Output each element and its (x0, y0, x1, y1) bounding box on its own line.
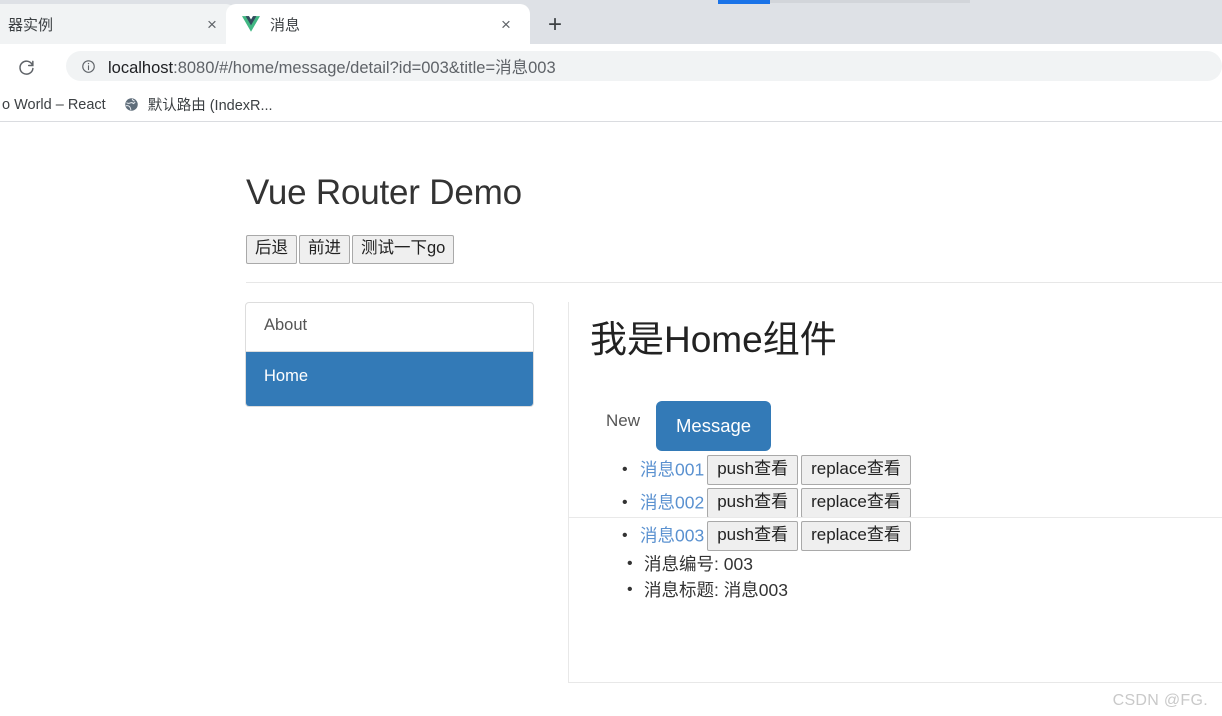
url-host: localhost (108, 59, 174, 77)
tab-new[interactable]: New (590, 401, 656, 441)
reload-icon[interactable] (12, 52, 40, 80)
page-load-progress-track (770, 0, 970, 3)
list-item: 消息002push查看replace查看 (622, 486, 911, 519)
address-bar[interactable]: localhost:8080/#/home/message/detail?id=… (66, 51, 1222, 81)
tab-close-icon[interactable]: × (494, 12, 518, 36)
tab-title: 消息 (270, 16, 301, 34)
globe-icon (124, 97, 140, 113)
vue-logo-icon (242, 15, 260, 33)
browser-tab-active[interactable]: 消息 × (226, 4, 530, 44)
home-heading: 我是Home组件 (590, 319, 837, 360)
bookmark-label: 默认路由 (IndexR... (147, 98, 273, 114)
message-list: 消息001push查看replace查看 消息002push查看replace查… (612, 453, 911, 552)
info-circle-icon[interactable] (80, 58, 96, 74)
browser-toolbar: localhost:8080/#/home/message/detail?id=… (0, 44, 1222, 88)
message-detail: 消息编号: 003 消息标题: 消息003 (618, 551, 788, 603)
replace-view-button[interactable]: replace查看 (801, 454, 911, 485)
content-row: About Home 我是Home组件 New Message 消息001pus… (0, 123, 1222, 716)
browser-tab-inactive[interactable]: 器实例 × (0, 4, 236, 44)
home-subtabs: New Message (590, 401, 772, 452)
page-viewport: Vue Router Demo 后退 前进 测试一下go About Home … (0, 123, 1222, 716)
browser-window: 器实例 × 消息 × + localhost:8080/#/home/messa… (0, 0, 1222, 716)
list-item: 消息001push查看replace查看 (622, 453, 911, 486)
bookmarks-bar: o World – React 默认路由 (IndexR... (0, 88, 1222, 122)
new-tab-button[interactable]: + (538, 10, 572, 40)
message-link[interactable]: 消息003 (640, 525, 704, 545)
sidebar-item-about[interactable]: About (246, 303, 533, 352)
push-view-button[interactable]: push查看 (707, 520, 799, 551)
message-link[interactable]: 消息001 (640, 459, 704, 479)
message-link[interactable]: 消息002 (640, 492, 704, 512)
push-view-button[interactable]: push查看 (707, 487, 799, 518)
page-load-progress-bar (718, 0, 770, 4)
list-item: 消息003push查看replace查看 (622, 519, 911, 552)
replace-view-button[interactable]: replace查看 (801, 487, 911, 518)
detail-divider (569, 517, 1222, 518)
replace-view-button[interactable]: replace查看 (801, 520, 911, 551)
bookmark-item[interactable]: o World – React (0, 92, 114, 118)
detail-item-title: 消息标题: 消息003 (627, 577, 788, 603)
url-path: :8080/#/home/message/detail?id=003&title… (173, 59, 556, 77)
sidebar-nav: About Home (245, 302, 534, 407)
watermark: CSDN @FG. (1112, 692, 1208, 709)
bookmark-item[interactable]: 默认路由 (IndexR... (116, 92, 281, 118)
tab-close-icon[interactable]: × (200, 12, 224, 36)
bookmark-label: o World – React (2, 96, 106, 113)
detail-item-id: 消息编号: 003 (627, 551, 788, 577)
sidebar-item-home[interactable]: Home (246, 352, 533, 406)
push-view-button[interactable]: push查看 (707, 454, 799, 485)
address-bar-url: localhost:8080/#/home/message/detail?id=… (108, 54, 556, 78)
tab-strip: 器实例 × 消息 × + (0, 0, 1222, 44)
tab-title: 器实例 (8, 16, 54, 34)
tab-message[interactable]: Message (656, 401, 772, 452)
